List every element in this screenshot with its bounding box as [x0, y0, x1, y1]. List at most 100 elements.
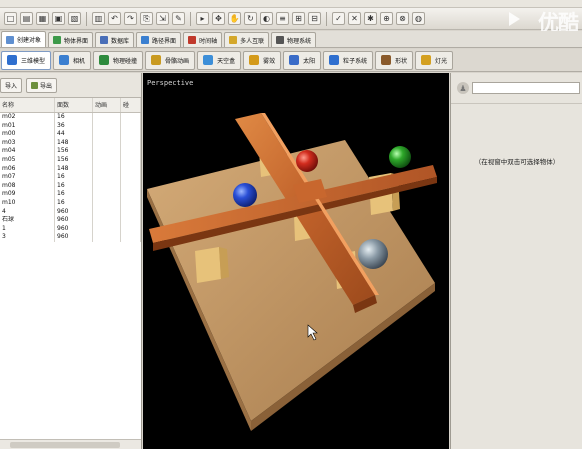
- scrollbar-thumb[interactable]: [10, 442, 120, 448]
- table-cell: [93, 233, 121, 242]
- red-ball: [296, 150, 318, 172]
- toolbar-button[interactable]: ✓: [332, 12, 345, 25]
- table-cell: 960: [55, 216, 93, 225]
- object-type-tab[interactable]: 骨骼动画: [145, 50, 196, 70]
- object-type-tab[interactable]: 形状: [375, 50, 414, 70]
- object-type-tab[interactable]: 物理碰撞: [93, 50, 144, 70]
- primary-tab[interactable]: 物体界面: [48, 32, 94, 47]
- export-icon: [31, 81, 39, 89]
- table-cell: [121, 173, 141, 182]
- user-icon[interactable]: ♟: [457, 82, 469, 94]
- toolbar-button[interactable]: ▣: [52, 12, 65, 25]
- table-row[interactable]: 3 960: [0, 233, 141, 242]
- primary-tab-bar: 创建对象 物体界面 数据库 路径界面 时间轴 多人互联 物理系统: [0, 31, 582, 48]
- toolbar-button[interactable]: ≡: [276, 12, 289, 25]
- object-type-tab[interactable]: 相机: [53, 50, 92, 70]
- export-button[interactable]: 导出: [26, 77, 58, 93]
- table-row[interactable]: m10 16: [0, 198, 141, 208]
- table-cell: 16: [55, 198, 93, 208]
- selection-hint: （在视窗中双击可选择物体）: [474, 158, 560, 166]
- toolbar-button[interactable]: ↻: [244, 12, 257, 25]
- tab-icon: [381, 55, 392, 65]
- column-header-collision[interactable]: 碰: [121, 98, 141, 112]
- column-header-faces[interactable]: 面数: [55, 98, 93, 112]
- import-label: 导入: [5, 82, 18, 90]
- column-header-animation[interactable]: 动画: [93, 98, 121, 112]
- table-row[interactable]: m05 156: [0, 155, 141, 165]
- table-cell: m04: [0, 147, 55, 156]
- viewport-mode-label: Perspective: [147, 79, 194, 87]
- import-button[interactable]: 导入: [0, 77, 23, 93]
- object-type-tab[interactable]: 雾效: [243, 50, 282, 70]
- toolbar-button[interactable]: ✥: [212, 12, 225, 25]
- toolbar-button[interactable]: ▥: [92, 12, 105, 25]
- table-row[interactable]: m08 16: [0, 181, 141, 191]
- primary-tab[interactable]: 时间轴: [183, 32, 223, 47]
- 3d-viewport[interactable]: Perspective: [143, 73, 449, 449]
- toolbar-button[interactable]: ✋: [228, 12, 241, 25]
- toolbar-button[interactable]: ✎: [172, 12, 185, 25]
- toolbar-button[interactable]: ↷: [124, 12, 137, 25]
- table-row[interactable]: m03 148: [0, 138, 141, 148]
- toolbar-button[interactable]: ⊗: [396, 12, 409, 25]
- toolbar-button[interactable]: ⎘: [140, 12, 153, 25]
- toolbar-button[interactable]: □: [4, 12, 17, 25]
- table-row[interactable]: 石球 960: [0, 216, 141, 225]
- primary-tab[interactable]: 数据库: [95, 32, 135, 47]
- toolbar-button[interactable]: ✱: [364, 12, 377, 25]
- table-cell: 960: [55, 233, 93, 242]
- toolbar-button[interactable]: ↶: [108, 12, 121, 25]
- toolbar-button[interactable]: ⊕: [380, 12, 393, 25]
- object-list-toolbar: 导入 导出: [0, 73, 141, 98]
- tab-label: 太阳: [303, 57, 316, 65]
- toolbar-button[interactable]: ◍: [412, 12, 425, 25]
- object-type-tab[interactable]: 灯光: [415, 50, 454, 70]
- object-type-tab[interactable]: 粒子系统: [323, 50, 374, 70]
- tab-label: 雾效: [263, 57, 276, 65]
- table-row[interactable]: m09 16: [0, 190, 141, 199]
- table-row[interactable]: m04 156: [0, 147, 141, 156]
- object-table-header: 名称 面数 动画 碰: [0, 98, 141, 113]
- table-row[interactable]: m00 44: [0, 130, 141, 139]
- table-cell: m06: [0, 164, 55, 174]
- table-cell: [121, 138, 141, 148]
- table-cell: m08: [0, 181, 55, 191]
- toolbar-button[interactable]: ✕: [348, 12, 361, 25]
- toolbar-button[interactable]: ⇲: [156, 12, 169, 25]
- toolbar-button[interactable]: ⊞: [292, 12, 305, 25]
- toolbar-button[interactable]: ▧: [68, 12, 81, 25]
- table-cell: [121, 113, 141, 122]
- tab-label: 形状: [395, 57, 408, 65]
- toolbar-button[interactable]: ▸: [196, 12, 209, 25]
- toolbar-button[interactable]: ▦: [36, 12, 49, 25]
- tab-icon: [7, 55, 17, 65]
- object-type-tab-bar: 三维模型 相机 物理碰撞 骨骼动画 天空盒 雾效 太阳 粒子系统 形状 灯光: [0, 49, 582, 72]
- table-row[interactable]: 1 960: [0, 224, 141, 234]
- horizontal-scrollbar[interactable]: [0, 439, 141, 449]
- table-row[interactable]: m07 16: [0, 173, 141, 182]
- tab-icon: [100, 36, 109, 44]
- table-cell: 960: [55, 224, 93, 234]
- toolbar-separator: [86, 11, 87, 26]
- tab-label: 多人互联: [240, 37, 265, 45]
- table-cell: m01: [0, 121, 55, 131]
- table-cell: m09: [0, 190, 55, 199]
- toolbar-button[interactable]: ⊟: [308, 12, 321, 25]
- table-row[interactable]: m02 16: [0, 113, 141, 122]
- object-type-tab[interactable]: 天空盒: [197, 50, 242, 70]
- tab-icon: [53, 36, 62, 44]
- object-type-tab[interactable]: 太阳: [283, 50, 322, 70]
- toolbar-button[interactable]: ◐: [260, 12, 273, 25]
- object-name-field[interactable]: [472, 82, 580, 94]
- primary-tab[interactable]: 物理系统: [271, 32, 317, 47]
- primary-tab[interactable]: 多人互联: [224, 32, 270, 47]
- tab-label: 粒子系统: [343, 57, 368, 65]
- primary-tab[interactable]: 创建对象: [1, 31, 47, 47]
- table-row[interactable]: m06 148: [0, 164, 141, 174]
- table-row[interactable]: m01 36: [0, 121, 141, 131]
- table-row[interactable]: 4 960: [0, 207, 141, 217]
- toolbar-button[interactable]: ▤: [20, 12, 33, 25]
- primary-tab[interactable]: 路径界面: [136, 32, 182, 47]
- column-header-name[interactable]: 名称: [0, 98, 55, 112]
- object-type-tab[interactable]: 三维模型: [1, 50, 52, 70]
